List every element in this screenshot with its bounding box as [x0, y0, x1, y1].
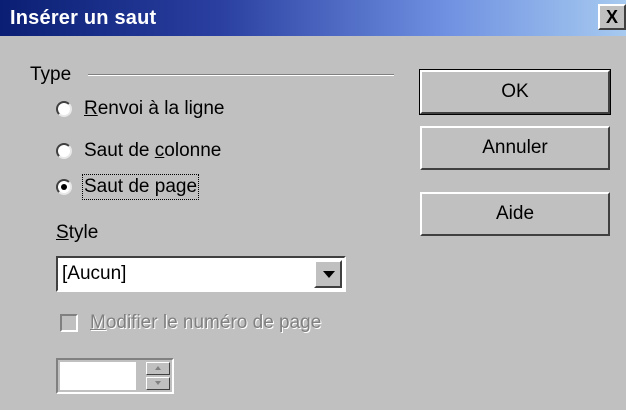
help-button[interactable]: Aide — [420, 192, 610, 236]
page-number-input — [60, 362, 136, 390]
radio-label: Renvoi à la ligne — [84, 98, 225, 119]
style-dropdown-value: [Aucun] — [62, 263, 127, 284]
group-divider — [88, 74, 394, 76]
type-group-label: Type — [30, 64, 72, 85]
radio-button[interactable] — [56, 143, 72, 159]
modify-page-number-checkbox — [60, 314, 78, 332]
radio-button[interactable] — [56, 101, 72, 117]
spin-down-icon — [146, 377, 170, 390]
close-icon: X — [605, 6, 618, 27]
radio-label: Saut de colonne — [84, 140, 222, 161]
style-label: Style — [56, 222, 99, 243]
radio-button-selected[interactable] — [56, 179, 72, 195]
style-dropdown[interactable]: [Aucun] — [56, 256, 346, 292]
modify-page-number-option: Modifier le numéro de page — [60, 312, 321, 334]
radio-saut-de-page[interactable]: Saut de page — [56, 174, 200, 200]
chevron-down-icon[interactable] — [314, 260, 342, 288]
radio-label: Saut de page — [81, 174, 200, 200]
modify-page-number-label: Modifier le numéro de page — [90, 312, 322, 333]
spin-up-icon — [146, 362, 170, 375]
page-number-spinner — [56, 358, 174, 394]
radio-renvoi-a-la-ligne[interactable]: Renvoi à la ligne — [56, 98, 225, 120]
cancel-button[interactable]: Annuler — [420, 126, 610, 170]
ok-button[interactable]: OK — [419, 69, 611, 115]
close-button[interactable]: X — [598, 4, 626, 30]
radio-saut-de-colonne[interactable]: Saut de colonne — [56, 140, 221, 162]
window-title: Insérer un saut — [10, 7, 157, 29]
title-bar: Insérer un saut X — [0, 0, 626, 36]
